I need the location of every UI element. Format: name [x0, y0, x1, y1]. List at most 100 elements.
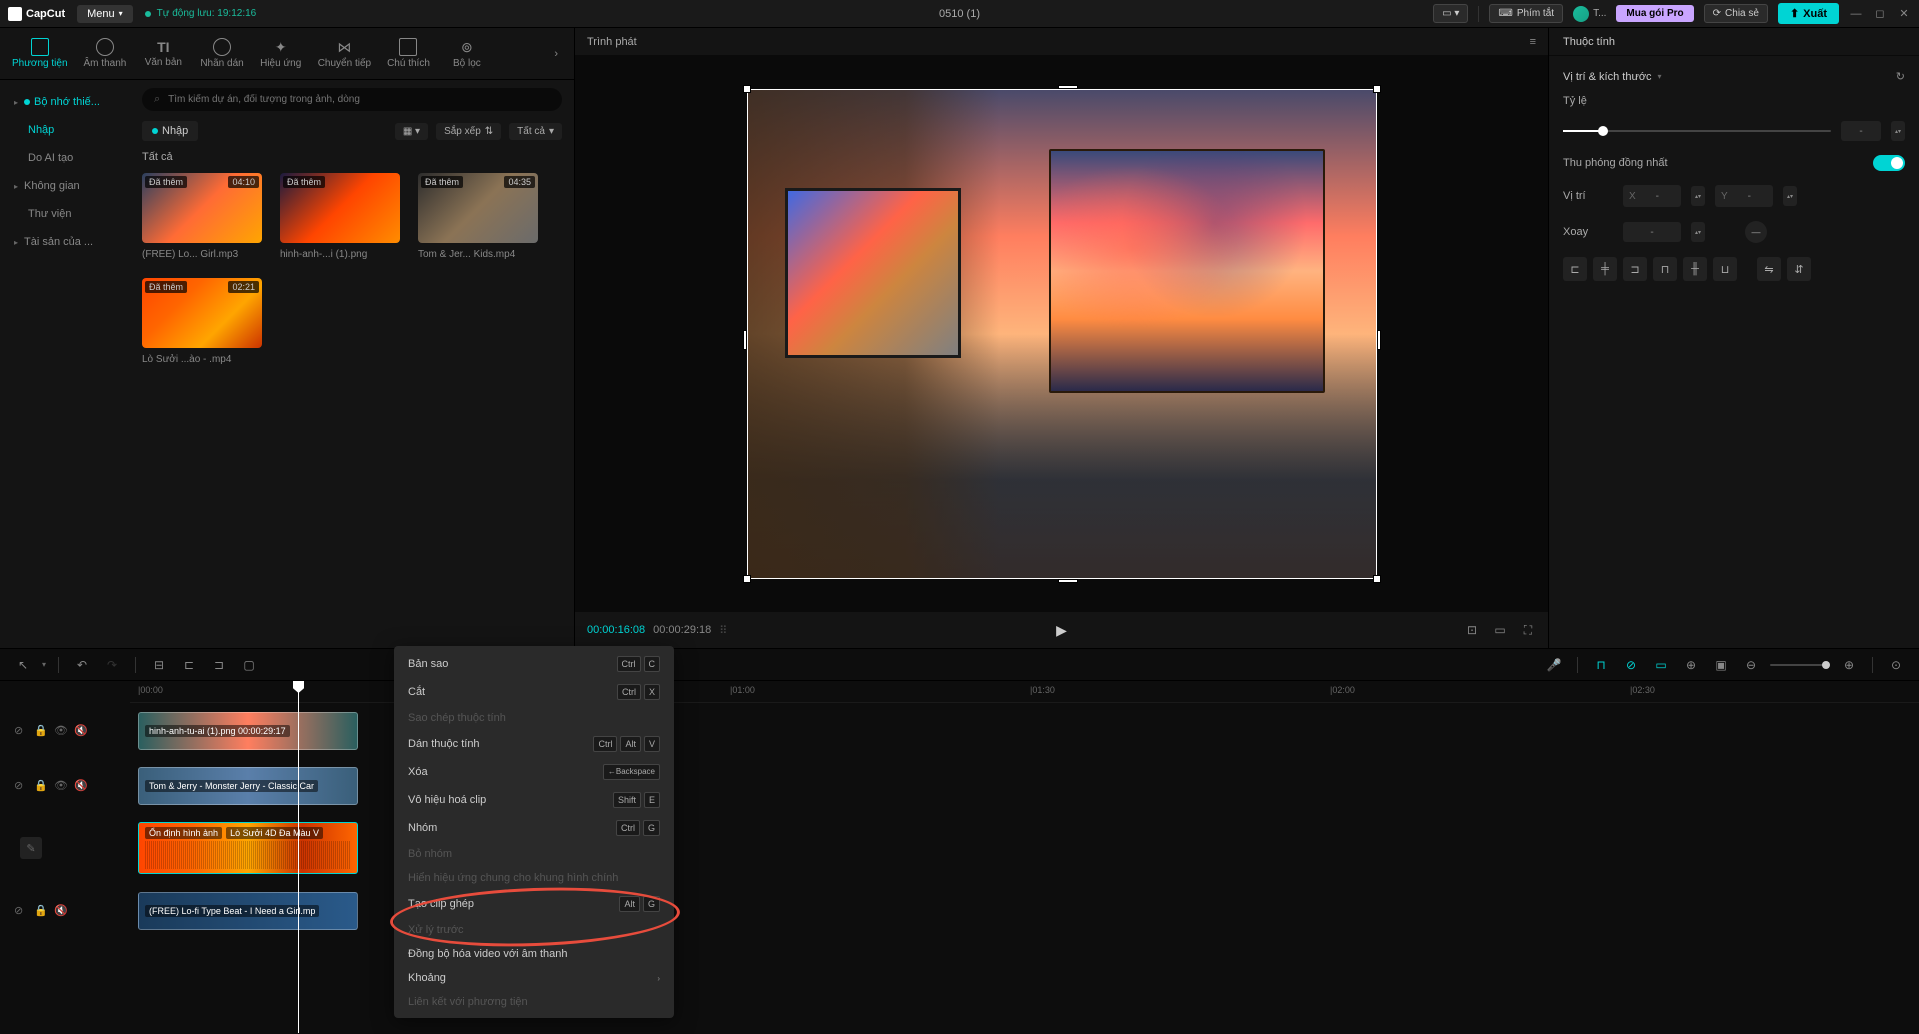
cursor-tool-button[interactable]: ↖ — [12, 654, 34, 676]
media-item[interactable]: Đã thêm hinh-anh-...i (1).png — [280, 173, 400, 260]
minimize-icon[interactable]: — — [1849, 8, 1863, 20]
ctx-gap[interactable]: Khoảng› — [394, 966, 674, 990]
ctx-group[interactable]: NhómCtrlG — [394, 814, 674, 842]
ratio-value[interactable]: - — [1841, 121, 1881, 141]
maximize-icon[interactable]: ◻ — [1873, 7, 1887, 20]
fullscreen-icon[interactable]: ⛶ — [1520, 622, 1536, 638]
ctx-delete[interactable]: Xóa←Backspace — [394, 758, 674, 786]
magnet-button[interactable]: ⊓ — [1590, 654, 1612, 676]
resize-handle[interactable] — [1058, 85, 1078, 89]
resize-handle[interactable] — [1373, 85, 1381, 93]
user-badge[interactable]: T... — [1573, 6, 1606, 22]
ctx-compound[interactable]: Tạo clip ghépAltG — [394, 890, 674, 918]
resize-handle[interactable] — [1058, 579, 1078, 583]
split-right-button[interactable]: ⊐ — [208, 654, 230, 676]
ratio-icon[interactable]: ▭ — [1492, 622, 1508, 638]
resize-handle[interactable] — [1377, 330, 1381, 350]
ctx-disable[interactable]: Vô hiệu hoá clipShiftE — [394, 786, 674, 814]
lock-icon[interactable]: ⊘ — [14, 904, 28, 918]
timeline-clip[interactable]: Ổn định hình ảnhLò Sưởi 4D Đa Màu V — [138, 822, 358, 874]
resize-handle[interactable] — [743, 575, 751, 583]
eye-icon[interactable]: 👁 — [54, 724, 68, 738]
flip-h-button[interactable]: ⇋ — [1757, 257, 1781, 281]
align-left-button[interactable]: ⊏ — [1563, 257, 1587, 281]
search-bar[interactable]: ⌕ — [142, 88, 562, 111]
align-center-h-button[interactable]: ╪ — [1593, 257, 1617, 281]
flip-v-button[interactable]: ⇵ — [1787, 257, 1811, 281]
preview-button[interactable]: ▭ — [1650, 654, 1672, 676]
rotate-value[interactable]: - — [1623, 222, 1681, 242]
menu-button[interactable]: Menu▾ — [77, 5, 133, 23]
y-stepper[interactable]: ▴▾ — [1783, 186, 1797, 206]
sidebar-item-device[interactable]: ▸Bộ nhớ thiế... — [0, 88, 130, 116]
canvas-area[interactable] — [575, 56, 1548, 612]
mute-icon[interactable]: 🔇 — [74, 724, 88, 738]
align-center-v-button[interactable]: ╫ — [1683, 257, 1707, 281]
shortcuts-button[interactable]: ⌨ Phím tắt — [1489, 4, 1563, 23]
view-mode-button[interactable]: ▦ ▾ — [395, 123, 428, 140]
tab-effect[interactable]: ✦Hiệu ứng — [252, 35, 310, 73]
link-button[interactable]: ⊘ — [1620, 654, 1642, 676]
sidebar-item-assets[interactable]: ▸Tài sản của ... — [0, 228, 130, 256]
sidebar-item-import[interactable]: Nhập — [0, 116, 130, 144]
x-stepper[interactable]: ▴▾ — [1691, 186, 1705, 206]
resize-handle[interactable] — [743, 85, 751, 93]
tab-caption[interactable]: Chú thích — [379, 34, 438, 73]
media-item[interactable]: Đã thêm04:10 (FREE) Lo... Girl.mp3 — [142, 173, 262, 260]
mute-icon[interactable]: 🔇 — [74, 779, 88, 793]
ratio-stepper[interactable]: ▴▾ — [1891, 121, 1905, 141]
media-item[interactable]: Đã thêm04:35 Tom & Jer... Kids.mp4 — [418, 173, 538, 260]
player-menu-icon[interactable]: ≡ — [1530, 36, 1536, 48]
redo-button[interactable]: ↷ — [101, 654, 123, 676]
tab-text[interactable]: TIVăn bản — [134, 35, 192, 72]
eye-icon[interactable]: 👁 — [54, 779, 68, 793]
media-item[interactable]: Đã thêm02:21 Lò Sưởi ...ào - .mp4 — [142, 278, 262, 365]
split-button[interactable]: ⊟ — [148, 654, 170, 676]
ctx-copy[interactable]: Bản saoCtrlC — [394, 650, 674, 678]
zoom-slider[interactable] — [1770, 664, 1830, 666]
timeline-clip[interactable]: Tom & Jerry - Monster Jerry - Classic Ca… — [138, 767, 358, 805]
sidebar-item-ai[interactable]: Do AI tạo — [0, 144, 130, 172]
timeline-clip[interactable]: hinh-anh-tu-ai (1).png 00:00:29:17 — [138, 712, 358, 750]
lock2-icon[interactable]: 🔒 — [34, 904, 48, 918]
time-grip-icon[interactable]: ⠿ — [719, 624, 728, 637]
mic-button[interactable]: 🎤 — [1543, 654, 1565, 676]
filter-button[interactable]: Tất cả ▾ — [509, 123, 562, 140]
tool-button[interactable]: ⊕ — [1680, 654, 1702, 676]
export-button[interactable]: ⬆ Xuất — [1778, 3, 1839, 24]
close-icon[interactable]: ✕ — [1897, 7, 1911, 20]
share-button[interactable]: ⟳ Chia sẻ — [1704, 4, 1768, 23]
tab-sticker[interactable]: Nhãn dán — [192, 34, 251, 73]
tab-audio[interactable]: Âm thanh — [76, 34, 135, 73]
tab-filter[interactable]: ⊚Bộ lọc — [438, 35, 496, 73]
ctx-cut[interactable]: CắtCtrlX — [394, 678, 674, 706]
resize-handle[interactable] — [743, 330, 747, 350]
edit-icon[interactable]: ✎ — [20, 837, 42, 859]
play-button[interactable]: ▶ — [1056, 622, 1067, 638]
ctx-paste-props[interactable]: Dán thuộc tínhCtrlAltV — [394, 730, 674, 758]
resize-handle[interactable] — [1373, 575, 1381, 583]
lock2-icon[interactable]: 🔒 — [34, 724, 48, 738]
timeline-clip[interactable]: (FREE) Lo-fi Type Beat - I Need a Girl.m… — [138, 892, 358, 930]
lock2-icon[interactable]: 🔒 — [34, 779, 48, 793]
align-top-button[interactable]: ⊓ — [1653, 257, 1677, 281]
aspect-ratio-button[interactable]: ▭ ▾ — [1433, 4, 1468, 23]
undo-button[interactable]: ↶ — [71, 654, 93, 676]
lock-icon[interactable]: ⊘ — [14, 724, 28, 738]
mute-icon[interactable]: 🔇 — [54, 904, 68, 918]
ratio-slider[interactable] — [1563, 130, 1831, 132]
rotate-stepper[interactable]: ▴▾ — [1691, 222, 1705, 242]
delete-button[interactable]: ▢ — [238, 654, 260, 676]
tool2-button[interactable]: ▣ — [1710, 654, 1732, 676]
zoom-in-button[interactable]: ⊕ — [1838, 654, 1860, 676]
canvas-preview[interactable] — [747, 89, 1377, 579]
rotate-reset-button[interactable]: — — [1745, 221, 1767, 243]
y-input[interactable]: Y- — [1715, 185, 1773, 207]
split-left-button[interactable]: ⊏ — [178, 654, 200, 676]
tab-media[interactable]: Phương tiện — [4, 34, 76, 73]
buy-pro-button[interactable]: Mua gói Pro — [1616, 5, 1693, 22]
reset-icon[interactable]: ↻ — [1896, 70, 1905, 83]
uniform-scale-toggle[interactable] — [1873, 155, 1905, 171]
zoom-out-button[interactable]: ⊖ — [1740, 654, 1762, 676]
x-input[interactable]: X- — [1623, 185, 1681, 207]
